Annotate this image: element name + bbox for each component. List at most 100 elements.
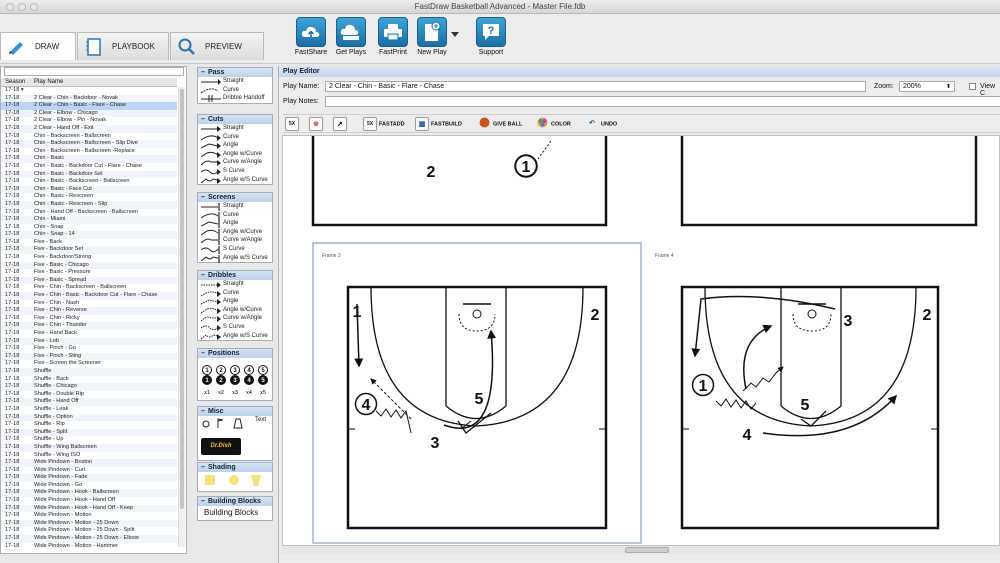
cuts-tool-0[interactable]: Straight bbox=[198, 124, 272, 133]
fastadd-button[interactable]: 5X FASTADD bbox=[363, 117, 405, 132]
tab-preview[interactable]: PREVIEW bbox=[170, 32, 264, 60]
pass-straight-tool[interactable]: Straight bbox=[198, 77, 272, 86]
play-list-row[interactable]: 17-18 Shuffle - Wing ISO bbox=[1, 452, 177, 460]
play-list-row[interactable]: 17-18 Five - Lob bbox=[1, 337, 177, 346]
play-list-row[interactable]: 17-18 Chin - Basic - Backdoor Set bbox=[1, 170, 177, 179]
play-name-column-header[interactable]: Play Name bbox=[34, 78, 63, 87]
season-column-header[interactable]: Season bbox=[5, 78, 25, 87]
play-list-row[interactable]: 17-18 Wide Pindown - Motion - 25 Down - S… bbox=[1, 527, 177, 535]
play-list-row[interactable]: 17-18 Five - Back bbox=[1, 239, 177, 247]
building-blocks-header[interactable]: Building Blocks bbox=[198, 497, 272, 506]
play-list-row[interactable]: 17-18 Shuffle - Up bbox=[1, 436, 177, 444]
play-list-row[interactable]: 17-18 Chin - Basic - Backscreen - Ballscr… bbox=[1, 178, 177, 186]
new-play-button[interactable]: New Play bbox=[416, 17, 448, 56]
play-list-row[interactable]: 17-18 Five - Pinch - Go bbox=[1, 345, 177, 353]
play-list-row[interactable]: 17-18 Chin - Basic - Rescreen bbox=[1, 193, 177, 201]
position-markers[interactable]: 11x122x233x344x455x5 bbox=[198, 358, 272, 400]
play-list-row[interactable]: 17-18 Wide Pindown - Motion bbox=[1, 512, 177, 520]
dribbles-tool-6[interactable]: Angle w/S Curve bbox=[198, 332, 272, 341]
screens-tool-0[interactable]: Straight bbox=[198, 202, 272, 211]
fastshare-button[interactable]: FastShare bbox=[293, 17, 329, 56]
play-list-row[interactable]: 17-18 Chin - Snap - 14 bbox=[1, 231, 177, 239]
player-marker[interactable]: 5 bbox=[801, 397, 810, 414]
screens-tool-1[interactable]: Curve bbox=[198, 211, 272, 220]
screens-tool-5[interactable]: S Curve bbox=[198, 245, 272, 254]
dribbles-tool-5[interactable]: S Curve bbox=[198, 323, 272, 332]
cuts-tool-1[interactable]: Curve bbox=[198, 133, 272, 142]
season-filter-row[interactable]: 17-18 ▾ bbox=[1, 87, 177, 95]
cuts-tool-2[interactable]: Angle bbox=[198, 141, 272, 150]
dribbles-tool-3[interactable]: Angle w/Curve bbox=[198, 306, 272, 315]
play-list-row[interactable]: 17-18 Wide Pindown - Fade bbox=[1, 474, 177, 482]
dribbles-tool-1[interactable]: Curve bbox=[198, 289, 272, 298]
play-list-row[interactable]: 17-18 Chin - Backscreen - Ballscreen - Sl… bbox=[1, 140, 177, 148]
cuts-header[interactable]: Cuts bbox=[198, 115, 272, 124]
player-marker[interactable]: 2 bbox=[591, 307, 600, 324]
play-list-row[interactable]: 17-18 2 Clear - Hand Off - Exit bbox=[1, 124, 177, 133]
zoom-select[interactable]: 200% ⬍ bbox=[899, 81, 955, 92]
play-list-row[interactable]: 17-18 Shuffle - Option bbox=[1, 413, 177, 422]
dribbles-header[interactable]: Dribbles bbox=[198, 271, 272, 280]
canvas-scrollbar[interactable] bbox=[282, 546, 1000, 554]
give-ball-button[interactable]: GIVE BALL bbox=[477, 117, 522, 132]
player-tool-button[interactable]: ♚ bbox=[309, 117, 325, 132]
zoom-window-icon[interactable] bbox=[30, 3, 38, 11]
player-marker[interactable]: 2 bbox=[427, 164, 436, 181]
play-notes-input[interactable] bbox=[325, 96, 1000, 107]
fastprint-button[interactable]: FastPrint bbox=[375, 17, 411, 56]
play-list-row[interactable]: 17-18 Five - Hand Back bbox=[1, 330, 177, 338]
fastbuild-button[interactable]: ▦ FASTBUILD bbox=[415, 117, 462, 132]
play-list-row[interactable]: 17-18 Shuffle bbox=[1, 367, 177, 376]
screens-tool-3[interactable]: Angle w/Curve bbox=[198, 228, 272, 237]
play-list-row[interactable]: 17-18 2 Clear - Chin - Backdoor - Novak bbox=[1, 94, 177, 103]
play-list-row[interactable]: 17-18 Chin - Backscreen - Ballscreen bbox=[1, 133, 177, 141]
play-list-row[interactable]: 17-18 Five - Basic - Spread bbox=[1, 276, 177, 285]
play-list-row[interactable]: 17-18 Five - Chin - Thunder bbox=[1, 322, 177, 330]
screens-header[interactable]: Screens bbox=[198, 193, 272, 202]
play-list-row[interactable]: 17-18 Five - Chin - Ricky bbox=[1, 315, 177, 323]
player-marker[interactable]: 1 bbox=[699, 378, 708, 395]
play-list-row[interactable]: 17-18 Wide Pindown - Motion - 25 Down bbox=[1, 519, 177, 528]
play-list-scrollbar[interactable] bbox=[178, 87, 185, 547]
support-button[interactable]: ? Support bbox=[474, 17, 508, 56]
play-list-row[interactable]: 17-18 2 Clear - Elbow - Pin - Novak bbox=[1, 117, 177, 125]
screens-tool-2[interactable]: Angle bbox=[198, 219, 272, 229]
get-plays-button[interactable]: Get Plays bbox=[333, 17, 369, 56]
play-list-row[interactable]: 17-18 Chin - Basic - Face Cut bbox=[1, 185, 177, 194]
play-list-row[interactable]: 17-18 Chin - Hand Off - Backscreen - Ball… bbox=[1, 209, 177, 217]
frame-2-court[interactable] bbox=[680, 136, 978, 227]
undo-button[interactable]: ↶ UNDO bbox=[585, 117, 617, 132]
play-list-row[interactable]: 17-18 Wide Pindown - Hook - Hand Off - Ke… bbox=[1, 504, 177, 513]
play-list-row[interactable]: 17-18 Chin - Basic - Rescreen - Slip bbox=[1, 200, 177, 209]
play-list-row[interactable]: 17-18 Wide Pindown - Curl bbox=[1, 467, 177, 475]
misc-header[interactable]: Misc bbox=[198, 407, 272, 416]
court-diagrams[interactable]: 2 1 1 2 4 3 5 3 2 1 5 4 bbox=[283, 136, 1000, 546]
shading-header[interactable]: Shading bbox=[198, 463, 272, 472]
shading-tools[interactable] bbox=[198, 472, 272, 490]
pass-dribble-handoff-tool[interactable]: Dribble Handoff bbox=[198, 94, 272, 103]
play-list-row[interactable]: 17-18 Shuffle - Split bbox=[1, 428, 177, 437]
screens-tool-6[interactable]: Angle w/S Curve bbox=[198, 254, 272, 263]
five-x-button[interactable]: 5X bbox=[285, 117, 301, 132]
player-marker[interactable]: 3 bbox=[844, 313, 853, 330]
play-list-row[interactable]: 17-18 Chin - Backscreen - Ballscreen -Rep… bbox=[1, 148, 177, 156]
player-marker[interactable]: 1 bbox=[522, 159, 531, 176]
play-list-row[interactable]: 17-18 Wide Pindown - Hook - Hand Off bbox=[1, 497, 177, 505]
pointer-tool-button[interactable]: ➚ bbox=[333, 117, 349, 132]
cuts-tool-6[interactable]: Angle w/S Curve bbox=[198, 176, 272, 185]
play-list-row[interactable]: 17-18 Shuffle - Hand Off bbox=[1, 398, 177, 406]
play-list-row[interactable]: 17-18 Chin - Snap bbox=[1, 224, 177, 232]
play-list-row[interactable]: 17-18 Shuffle - Back bbox=[1, 376, 177, 384]
play-list-row[interactable]: 17-18 Five - Chin - Nash bbox=[1, 300, 177, 308]
play-list-row[interactable]: 17-18 Shuffle - Rip bbox=[1, 421, 177, 429]
frame-4-court[interactable] bbox=[680, 285, 940, 530]
play-list-row[interactable]: 17-18 Five - Chin - Reverse bbox=[1, 307, 177, 315]
play-canvas[interactable]: 2 1 1 2 4 3 5 3 2 1 5 4 Frame 3 Frame 4 bbox=[282, 135, 1000, 546]
play-name-input[interactable]: 2 Clear - Chin - Basic - Flare - Chase bbox=[325, 81, 866, 92]
cuts-tool-4[interactable]: Curve w/Angle bbox=[198, 158, 272, 167]
player-marker[interactable]: 3 bbox=[431, 435, 440, 452]
positions-header[interactable]: Positions bbox=[198, 349, 272, 358]
play-list-row[interactable]: 17-18 Five - Screen the Screener bbox=[1, 360, 177, 368]
player-marker[interactable]: 4 bbox=[743, 427, 752, 444]
dribbles-tool-0[interactable]: Straight bbox=[198, 280, 272, 289]
